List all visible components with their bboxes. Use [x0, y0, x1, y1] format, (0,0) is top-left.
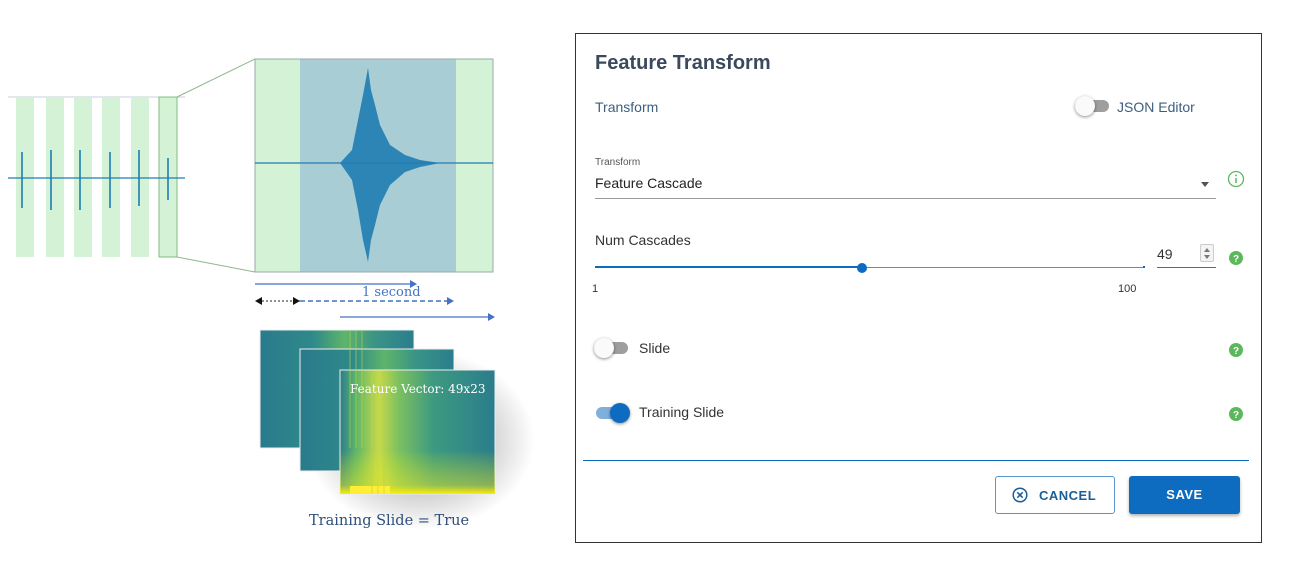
svg-text:?: ? [1233, 254, 1239, 265]
number-spinner[interactable] [1200, 244, 1214, 262]
svg-text:?: ? [1233, 410, 1239, 421]
window-highlights [16, 97, 177, 257]
help-icon[interactable]: ? [1229, 343, 1243, 357]
spinner-down-icon[interactable] [1204, 255, 1210, 259]
toggle-thumb [610, 403, 630, 423]
dialog-divider [583, 460, 1249, 461]
dropdown-arrow-icon[interactable] [1201, 182, 1209, 187]
num-cascades-input[interactable]: 49 [1157, 244, 1216, 268]
transform-select-value[interactable]: Feature Cascade [595, 175, 702, 191]
slider-max-label: 100 [1118, 283, 1137, 295]
slide-toggle[interactable] [594, 338, 628, 358]
transform-select-label: Transform [595, 157, 641, 168]
json-editor-toggle[interactable] [1075, 96, 1109, 116]
spinner-up-icon[interactable] [1204, 248, 1210, 252]
one-second-label: 1 second [362, 285, 421, 300]
transform-illustration: 1 second Feature Vector: 49x23 Training … [0, 0, 570, 574]
help-icon[interactable]: ? [1229, 407, 1243, 421]
slider-fill [595, 266, 862, 268]
help-icon[interactable]: ? [1229, 251, 1243, 265]
slider-end-mark [1143, 266, 1145, 268]
training-slide-toggle[interactable] [596, 403, 630, 423]
cancel-button-label: CANCEL [1039, 488, 1097, 503]
slider-min-label: 1 [592, 283, 599, 295]
slider-thumb[interactable] [856, 263, 867, 273]
illustration-graphic [8, 58, 535, 530]
save-button[interactable]: SAVE [1129, 476, 1240, 514]
transform-section-label: Transform [595, 99, 659, 115]
num-input-underline [1157, 267, 1216, 268]
cancel-button[interactable]: CANCEL [995, 476, 1115, 514]
svg-text:?: ? [1233, 346, 1239, 357]
num-cascades-label: Num Cascades [595, 232, 691, 248]
feature-transform-dialog: Feature Transform Transform JSON Editor … [575, 33, 1262, 543]
training-slide-label: Training Slide [639, 404, 725, 420]
feature-vector-label: Feature Vector: 49x23 [350, 382, 486, 396]
toggle-thumb [594, 338, 614, 358]
json-editor-label: JSON Editor [1117, 99, 1195, 115]
num-cascades-value[interactable]: 49 [1157, 246, 1173, 262]
info-icon[interactable] [1227, 170, 1245, 188]
training-slide-caption: Training Slide = True [309, 513, 470, 529]
toggle-thumb [1075, 96, 1095, 116]
cancel-circle-x-icon [1012, 487, 1028, 503]
num-cascades-slider[interactable] [595, 261, 1145, 275]
slide-label: Slide [639, 340, 671, 356]
save-button-label: SAVE [1166, 487, 1203, 502]
dialog-title: Feature Transform [595, 52, 771, 74]
transform-select-underline [595, 198, 1216, 199]
